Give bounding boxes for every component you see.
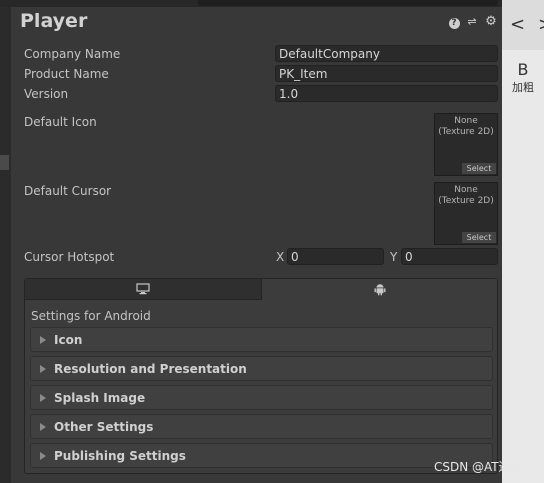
settings-for-label: Settings for Android xyxy=(31,309,151,323)
section-label: Splash Image xyxy=(54,390,146,405)
gear-icon[interactable]: ⚙ xyxy=(484,15,498,29)
editor-side-pane: < > B 加粗 xyxy=(502,0,544,483)
section-label: Other Settings xyxy=(54,419,154,434)
company-name-label: Company Name xyxy=(24,47,121,61)
default-cursor-none-text: None (Texture 2D) xyxy=(435,185,497,207)
monitor-icon xyxy=(136,283,150,295)
default-icon-type: (Texture 2D) xyxy=(438,127,494,137)
platform-settings-panel: Settings for Android Icon Resolution and… xyxy=(24,278,498,474)
default-icon-label: Default Icon xyxy=(24,115,97,129)
expand-arrow-icon xyxy=(40,393,46,402)
sliders-icon[interactable]: ⇌ xyxy=(465,15,479,29)
hotspot-x-field[interactable]: 0 xyxy=(287,248,384,265)
help-icon[interactable]: ? xyxy=(447,15,461,29)
default-icon-select-button[interactable]: Select xyxy=(462,163,496,174)
watermark: CSDN @AT巡礼 xyxy=(434,460,523,474)
product-name-field[interactable]: PK_Item xyxy=(275,65,498,82)
section-other-settings[interactable]: Other Settings xyxy=(30,414,493,439)
version-field[interactable]: 1.0 xyxy=(275,85,498,102)
tab-standalone[interactable] xyxy=(25,279,262,300)
version-label: Version xyxy=(24,87,69,101)
default-cursor-select-button[interactable]: Select xyxy=(462,232,496,243)
section-splash[interactable]: Splash Image xyxy=(30,385,493,410)
default-cursor-none: None xyxy=(454,185,478,195)
default-icon-slot[interactable]: None (Texture 2D) Select xyxy=(434,113,498,176)
left-scroll-marker[interactable] xyxy=(0,155,9,170)
platform-tabs xyxy=(25,279,497,300)
chevron-right-icon[interactable]: > xyxy=(538,14,544,35)
default-icon-none-text: None (Texture 2D) xyxy=(435,116,497,138)
bold-button[interactable]: B xyxy=(502,60,544,79)
section-publishing[interactable]: Publishing Settings xyxy=(30,443,493,468)
expand-arrow-icon xyxy=(40,335,46,344)
section-label: Icon xyxy=(54,332,83,347)
section-icon[interactable]: Icon xyxy=(30,327,493,352)
cursor-hotspot-label: Cursor Hotspot xyxy=(24,250,115,264)
chevron-left-icon[interactable]: < xyxy=(510,14,525,35)
page-title: Player xyxy=(20,10,88,32)
expand-arrow-icon xyxy=(40,422,46,431)
expand-arrow-icon xyxy=(40,364,46,373)
default-cursor-label: Default Cursor xyxy=(24,184,112,198)
section-label: Publishing Settings xyxy=(54,448,186,463)
bold-caption: 加粗 xyxy=(512,81,534,94)
default-cursor-type: (Texture 2D) xyxy=(438,196,494,206)
expand-arrow-icon xyxy=(40,451,46,460)
hotspot-y-field[interactable]: 0 xyxy=(401,248,498,265)
section-label: Resolution and Presentation xyxy=(54,361,247,376)
hotspot-x-label: X xyxy=(276,250,285,264)
section-resolution[interactable]: Resolution and Presentation xyxy=(30,356,493,381)
hotspot-y-label: Y xyxy=(390,250,398,264)
default-icon-none: None xyxy=(454,116,478,126)
left-pane-edge xyxy=(0,7,11,483)
search-field[interactable] xyxy=(198,0,498,6)
company-name-field[interactable]: DefaultCompany xyxy=(275,45,498,62)
product-name-label: Product Name xyxy=(24,67,109,81)
android-icon xyxy=(374,284,385,296)
tab-android[interactable] xyxy=(262,279,497,300)
default-cursor-slot[interactable]: None (Texture 2D) Select xyxy=(434,182,498,245)
